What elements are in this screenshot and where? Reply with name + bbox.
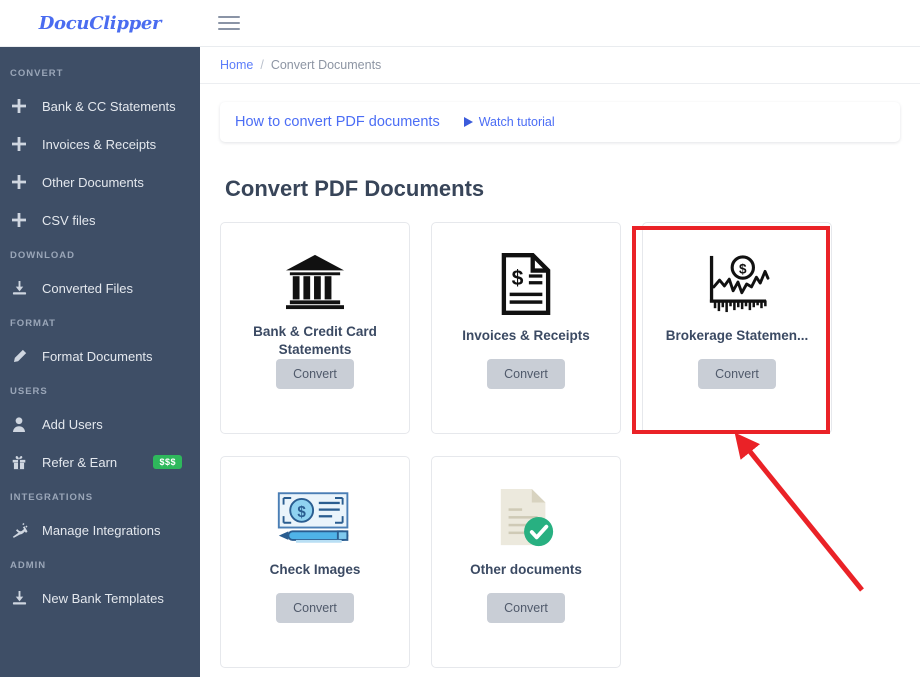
sidebar-item-label: New Bank Templates [42, 590, 164, 606]
card-label: Other documents [470, 562, 582, 577]
status-badge-referral: $$$ [153, 455, 182, 469]
svg-text:$: $ [512, 267, 524, 290]
sidebar-section-users: USERS [10, 386, 48, 397]
download-icon [12, 278, 36, 298]
sidebar-item-csv-files[interactable]: CSV files [0, 201, 200, 239]
sidebar-item-label: Other Documents [42, 174, 144, 190]
sidebar-item-label: Manage Integrations [42, 522, 161, 538]
main-area: Home / Convert Documents How to convert … [200, 0, 920, 677]
sidebar-nav: CONVERT Bank & CC Statements Invoices & … [0, 47, 200, 677]
tutorial-title-link[interactable]: How to convert PDF documents [235, 114, 440, 130]
convert-button[interactable]: Convert [487, 359, 565, 389]
card-bank-credit-card-statements[interactable]: Bank & Credit Card Statements Convert [220, 222, 410, 434]
card-label: Check Images [269, 562, 361, 577]
svg-text:$: $ [297, 504, 306, 521]
watch-tutorial-button[interactable]: Watch tutorial [463, 115, 555, 129]
download-icon [12, 588, 36, 608]
card-brokerage-statements[interactable]: $ Brokerage Statemen... Convert [642, 222, 832, 434]
app-logo[interactable]: DocuClipper [39, 13, 162, 34]
plug-icon [12, 520, 36, 540]
sidebar-section-format: FORMAT [10, 318, 56, 329]
hamburger-icon[interactable] [218, 16, 240, 30]
watch-tutorial-label: Watch tutorial [478, 115, 555, 129]
pencil-icon [12, 346, 36, 366]
sidebar-item-converted-files[interactable]: Converted Files [0, 269, 200, 307]
convert-button[interactable]: Convert [487, 593, 565, 623]
sidebar-item-label: Add Users [42, 416, 103, 432]
document-checkmark-icon [495, 479, 557, 557]
sidebar-item-new-bank-templates[interactable]: New Bank Templates [0, 579, 200, 617]
sidebar-section-convert: CONVERT [10, 68, 64, 79]
sidebar-item-label: Format Documents [42, 348, 153, 364]
logo-bar: DocuClipper [0, 0, 200, 47]
sidebar-section-admin: ADMIN [10, 560, 47, 571]
card-other-documents[interactable]: Other documents Convert [431, 456, 621, 668]
card-invoices-receipts[interactable]: $ Invoices & Receipts Convert [431, 222, 621, 434]
bank-icon [284, 245, 346, 319]
breadcrumb-home[interactable]: Home [220, 58, 253, 72]
sidebar-item-label: Bank & CC Statements [42, 98, 176, 114]
page-content: How to convert PDF documents Watch tutor… [200, 84, 920, 677]
plus-icon [12, 96, 36, 116]
sidebar-section-integrations: INTEGRATIONS [10, 492, 94, 503]
page-title: Convert PDF Documents [225, 176, 485, 201]
svg-text:$: $ [739, 261, 747, 276]
invoice-document-icon: $ [501, 245, 551, 323]
convert-button[interactable]: Convert [276, 593, 354, 623]
sidebar-item-label: CSV files [42, 212, 96, 228]
sidebar-item-refer-earn[interactable]: Refer & Earn $$$ [0, 443, 200, 481]
sidebar-item-label: Refer & Earn [42, 454, 118, 470]
stock-chart-dollar-icon: $ [702, 245, 772, 323]
breadcrumb: Home / Convert Documents [200, 47, 920, 84]
play-icon [463, 117, 473, 127]
convert-card-grid: Bank & Credit Card Statements Convert $ [220, 222, 900, 668]
sidebar-item-label: Invoices & Receipts [42, 136, 157, 152]
sidebar-item-invoices-receipts[interactable]: Invoices & Receipts [0, 125, 200, 163]
sidebar-section-download: DOWNLOAD [10, 250, 75, 261]
breadcrumb-current: Convert Documents [270, 58, 382, 72]
gift-icon [12, 452, 36, 472]
convert-button[interactable]: Convert [276, 359, 354, 389]
convert-button[interactable]: Convert [698, 359, 776, 389]
top-bar [200, 0, 920, 47]
user-icon [12, 414, 36, 434]
sidebar-item-label: Converted Files [42, 280, 134, 296]
sidebar: DocuClipper CONVERT Bank & CC Statements… [0, 0, 200, 677]
breadcrumb-separator: / [260, 58, 264, 72]
app-root: DocuClipper CONVERT Bank & CC Statements… [0, 0, 920, 677]
sidebar-item-format-documents[interactable]: Format Documents [0, 337, 200, 375]
sidebar-item-add-users[interactable]: Add Users [0, 405, 200, 443]
card-check-images[interactable]: $ Check Images Convert [220, 456, 410, 668]
plus-icon [12, 134, 36, 154]
sidebar-item-manage-integrations[interactable]: Manage Integrations [0, 511, 200, 549]
card-label: Bank & Credit Card Statements [253, 323, 377, 357]
check-pen-icon: $ [275, 479, 355, 557]
tutorial-banner: How to convert PDF documents Watch tutor… [220, 102, 900, 142]
sidebar-item-bank-cc-statements[interactable]: Bank & CC Statements [0, 87, 200, 125]
plus-icon [12, 172, 36, 192]
plus-icon [12, 210, 36, 230]
card-label: Brokerage Statemen... [665, 328, 809, 343]
sidebar-item-other-documents[interactable]: Other Documents [0, 163, 200, 201]
card-label: Invoices & Receipts [462, 328, 590, 343]
